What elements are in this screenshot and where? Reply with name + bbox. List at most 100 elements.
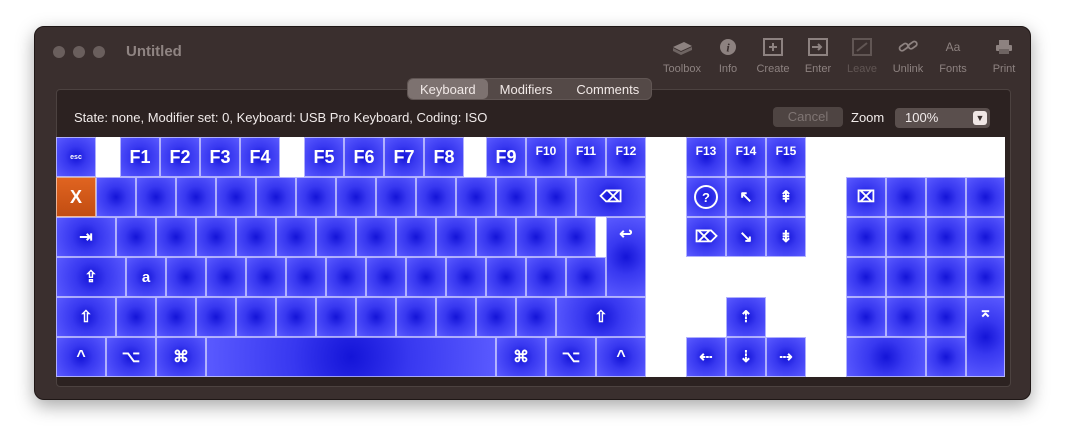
key-h[interactable] (326, 257, 366, 297)
key-period[interactable] (476, 297, 516, 337)
key-f[interactable] (246, 257, 286, 297)
key-control-left[interactable]: ^ (56, 337, 106, 377)
key-z[interactable] (156, 297, 196, 337)
key-keypad-6[interactable] (926, 257, 966, 297)
key-o[interactable] (436, 217, 476, 257)
key-backslash[interactable] (566, 257, 606, 297)
key-space[interactable] (206, 337, 496, 377)
key-keypad-0[interactable] (846, 337, 926, 377)
create-button[interactable]: Create (748, 37, 798, 75)
key-shift-left[interactable]: ⇧ (56, 297, 116, 337)
key-keypad-plus[interactable] (966, 257, 1005, 297)
key-d[interactable] (206, 257, 246, 297)
key-3[interactable] (176, 177, 216, 217)
key-f3[interactable]: F3 (200, 137, 240, 177)
key-2[interactable] (136, 177, 176, 217)
key-e[interactable] (196, 217, 236, 257)
close-window-button[interactable] (53, 46, 65, 58)
zoom-window-button[interactable] (93, 46, 105, 58)
key-return[interactable]: ↩ (606, 217, 646, 297)
key-arrow-down[interactable]: ⇣ (726, 337, 766, 377)
key-f14[interactable]: F14 (726, 137, 766, 177)
key-page-up[interactable]: ⇞ (766, 177, 806, 217)
key-keypad-4[interactable] (846, 257, 886, 297)
key-f9[interactable]: F9 (486, 137, 526, 177)
key-m[interactable] (396, 297, 436, 337)
key-bracket-right[interactable] (556, 217, 596, 257)
leave-button[interactable]: Leave (837, 37, 887, 75)
key-y[interactable] (316, 217, 356, 257)
key-keypad-divide[interactable] (926, 177, 966, 217)
tab-comments[interactable]: Comments (564, 79, 651, 99)
key-s[interactable] (166, 257, 206, 297)
key-esc[interactable]: esc (56, 137, 96, 177)
key-quote[interactable] (526, 257, 566, 297)
key-keypad-8[interactable] (886, 217, 926, 257)
key-v[interactable] (276, 297, 316, 337)
key-9[interactable] (416, 177, 456, 217)
key-f8[interactable]: F8 (424, 137, 464, 177)
unlink-button[interactable]: Unlink (883, 37, 933, 75)
key-keypad-3[interactable] (926, 297, 966, 337)
key-caps-lock[interactable]: ⇪ (56, 257, 126, 297)
key-f15[interactable]: F15 (766, 137, 806, 177)
key-k[interactable] (406, 257, 446, 297)
key-f12[interactable]: F12 (606, 137, 646, 177)
tab-modifiers[interactable]: Modifiers (488, 79, 565, 99)
key-bracket-left[interactable] (516, 217, 556, 257)
key-keypad-9[interactable] (926, 217, 966, 257)
key-8[interactable] (376, 177, 416, 217)
key-keypad-decimal[interactable] (926, 337, 966, 377)
enter-button[interactable]: Enter (793, 37, 843, 75)
key-u[interactable] (356, 217, 396, 257)
key-l[interactable] (446, 257, 486, 297)
key-page-down[interactable]: ⇟ (766, 217, 806, 257)
key-i[interactable] (396, 217, 436, 257)
key-shift-right[interactable]: ⇧ (556, 297, 646, 337)
key-option-right[interactable]: ⌥ (546, 337, 596, 377)
key-help[interactable]: ? (686, 177, 726, 217)
key-home[interactable]: ↖ (726, 177, 766, 217)
key-keypad-1[interactable] (846, 297, 886, 337)
key-w[interactable] (156, 217, 196, 257)
key-a[interactable]: a (126, 257, 166, 297)
key-q[interactable] (116, 217, 156, 257)
key-g[interactable] (286, 257, 326, 297)
key-j[interactable] (366, 257, 406, 297)
key-p[interactable] (476, 217, 516, 257)
key-n[interactable] (356, 297, 396, 337)
key-tab[interactable]: ⇥ (56, 217, 116, 257)
key-1[interactable] (96, 177, 136, 217)
key-7[interactable] (336, 177, 376, 217)
tab-keyboard[interactable]: Keyboard (408, 79, 488, 99)
key-keypad-2[interactable] (886, 297, 926, 337)
key-f5[interactable]: F5 (304, 137, 344, 177)
key-keypad-5[interactable] (886, 257, 926, 297)
key-f11[interactable]: F11 (566, 137, 606, 177)
key-semicolon[interactable] (486, 257, 526, 297)
key-keypad-enter[interactable]: ⌅ (966, 297, 1005, 377)
minimize-window-button[interactable] (73, 46, 85, 58)
toolbox-button[interactable]: Toolbox (657, 37, 707, 75)
key-comma[interactable] (436, 297, 476, 337)
key-4[interactable] (216, 177, 256, 217)
key-x-highlighted[interactable]: X (56, 177, 96, 217)
zoom-select[interactable]: 100% ▼ (895, 108, 990, 128)
key-f6[interactable]: F6 (344, 137, 384, 177)
key-r[interactable] (236, 217, 276, 257)
key-arrow-left[interactable]: ⇠ (686, 337, 726, 377)
key-f7[interactable]: F7 (384, 137, 424, 177)
key-slash[interactable] (516, 297, 556, 337)
fonts-button[interactable]: Aa Fonts (928, 37, 978, 75)
key-keypad-multiply[interactable] (966, 177, 1005, 217)
key-6[interactable] (296, 177, 336, 217)
key-5[interactable] (256, 177, 296, 217)
key-keypad-clear[interactable]: ⌧ (846, 177, 886, 217)
key-f10[interactable]: F10 (526, 137, 566, 177)
key-keypad-7[interactable] (846, 217, 886, 257)
key-option-left[interactable]: ⌥ (106, 337, 156, 377)
key-control-right[interactable]: ^ (596, 337, 646, 377)
key-b[interactable] (316, 297, 356, 337)
key-section[interactable] (116, 297, 156, 337)
print-button[interactable]: Print (979, 37, 1029, 75)
